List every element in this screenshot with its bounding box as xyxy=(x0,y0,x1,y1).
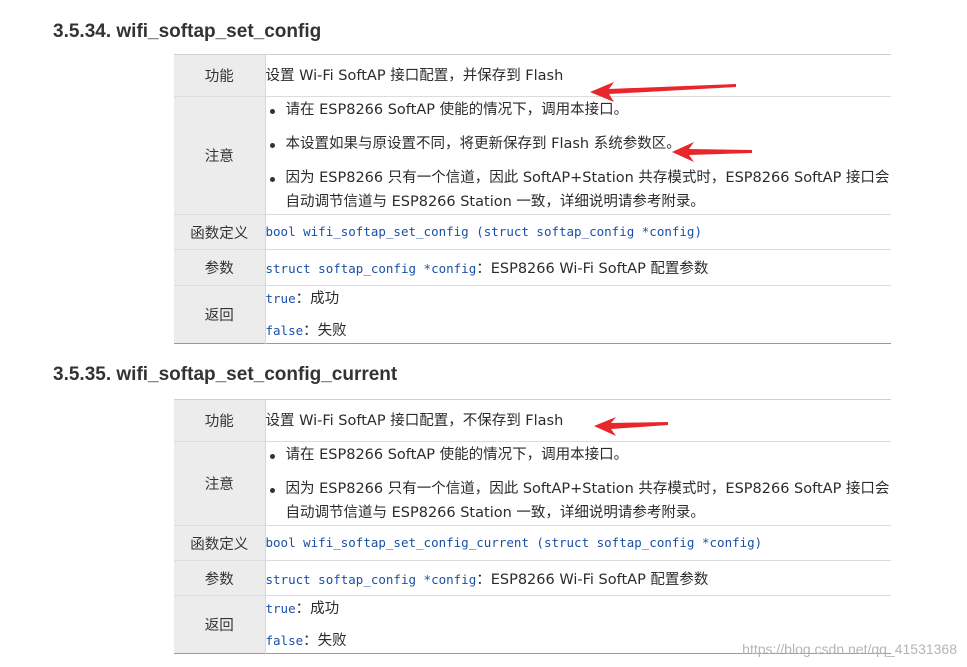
note-item: 因为 ESP8266 只有一个信道，因此 SoftAP+Station 共存模式… xyxy=(266,166,892,214)
note-item: 请在 ESP8266 SoftAP 使能的情况下，调用本接口。 xyxy=(266,443,892,467)
return-item: false：失败 xyxy=(266,321,892,341)
notes-cell: 请在 ESP8266 SoftAP 使能的情况下，调用本接口。 本设置如果与原设… xyxy=(265,96,892,215)
return-value: false xyxy=(265,322,304,338)
return-item: true：成功 xyxy=(266,599,892,619)
label-definition: 函数定义 xyxy=(174,214,266,250)
note-line: 因为 ESP8266 只有一个信道，因此 SoftAP+Station 共存模式… xyxy=(285,169,890,186)
return-item: true：成功 xyxy=(266,289,892,309)
note-line: 自动调节信道与 ESP8266 Station 一致，详细说明请参考附录。 xyxy=(285,193,705,210)
param-code: struct softap_config *config xyxy=(265,261,477,276)
section-title-softap-set-config: 3.5.34. wifi_softap_set_config xyxy=(53,21,322,42)
function-text: 设置 Wi-Fi SoftAP 接口配置，不保存到 Flash xyxy=(265,412,564,429)
label-definition: 函数定义 xyxy=(174,525,266,561)
section-title-softap-set-config-current: 3.5.35. wifi_softap_set_config_current xyxy=(53,364,398,385)
note-item: 请在 ESP8266 SoftAP 使能的情况下，调用本接口。 xyxy=(266,98,892,122)
definition-cell: bool wifi_softap_set_config_current (str… xyxy=(265,525,891,561)
return-value: false xyxy=(265,632,304,648)
function-description: 设置 Wi-Fi SoftAP 接口配置，不保存到 Flash xyxy=(265,400,891,442)
return-value: true xyxy=(265,600,296,616)
function-signature: bool wifi_softap_set_config_current (str… xyxy=(265,535,763,550)
label-notes: 注意 xyxy=(174,441,266,526)
row-notes: 注意 请在 ESP8266 SoftAP 使能的情况下，调用本接口。 本设置如果… xyxy=(174,96,892,215)
red-arrow-annotation xyxy=(590,82,736,102)
row-definition: 函数定义 bool wifi_softap_set_config_current… xyxy=(174,525,891,561)
param-description: ：ESP8266 Wi-Fi SoftAP 配置参数 xyxy=(476,261,709,277)
watermark: https://blog.csdn.net/qq_41531368 xyxy=(742,641,957,657)
api-table-softap-set-config-current: 功能 设置 Wi-Fi SoftAP 接口配置，不保存到 Flash 注意 请在… xyxy=(174,399,891,654)
notes-list: 请在 ESP8266 SoftAP 使能的情况下，调用本接口。 因为 ESP82… xyxy=(266,443,892,525)
label-function: 功能 xyxy=(174,399,266,442)
notes-list: 请在 ESP8266 SoftAP 使能的情况下，调用本接口。 本设置如果与原设… xyxy=(266,98,892,214)
return-description: ：成功 xyxy=(295,290,340,307)
api-table-softap-set-config: 功能 设置 Wi-Fi SoftAP 接口配置，并保存到 Flash 注意 请在… xyxy=(174,54,891,344)
red-arrow-annotation xyxy=(672,142,752,162)
note-line: 因为 ESP8266 只有一个信道，因此 SoftAP+Station 共存模式… xyxy=(285,480,890,497)
return-description: ：成功 xyxy=(295,600,340,617)
return-description: ：失败 xyxy=(303,632,347,649)
row-params: 参数 struct softap_config *config：ESP8266 … xyxy=(174,560,891,596)
label-params: 参数 xyxy=(174,249,266,286)
definition-cell: bool wifi_softap_set_config (struct soft… xyxy=(265,214,891,250)
param-description: ：ESP8266 Wi-Fi SoftAP 配置参数 xyxy=(476,571,709,588)
notes-cell: 请在 ESP8266 SoftAP 使能的情况下，调用本接口。 因为 ESP82… xyxy=(265,441,892,526)
row-definition: 函数定义 bool wifi_softap_set_config (struct… xyxy=(174,214,891,250)
row-function: 功能 设置 Wi-Fi SoftAP 接口配置，并保存到 Flash xyxy=(174,54,891,97)
label-returns: 返回 xyxy=(174,285,266,344)
red-arrow-annotation xyxy=(594,417,668,436)
note-item: 本设置如果与原设置不同，将更新保存到 Flash 系统参数区。 xyxy=(266,132,892,156)
note-item: 因为 ESP8266 只有一个信道，因此 SoftAP+Station 共存模式… xyxy=(266,477,892,525)
function-signature: bool wifi_softap_set_config (struct soft… xyxy=(265,224,703,239)
return-value: true xyxy=(265,290,296,306)
label-params: 参数 xyxy=(174,560,266,596)
note-line: 自动调节信道与 ESP8266 Station 一致，详细说明请参考附录。 xyxy=(285,504,705,521)
returns-cell: true：成功 false：失败 xyxy=(265,285,892,344)
row-function: 功能 设置 Wi-Fi SoftAP 接口配置，不保存到 Flash xyxy=(174,399,891,442)
row-returns: 返回 true：成功 false：失败 xyxy=(174,285,892,344)
param-code: struct softap_config *config xyxy=(265,571,477,587)
params-cell: struct softap_config *config：ESP8266 Wi-… xyxy=(265,249,891,286)
label-returns: 返回 xyxy=(174,595,266,654)
row-params: 参数 struct softap_config *config：ESP8266 … xyxy=(174,249,891,286)
row-notes: 注意 请在 ESP8266 SoftAP 使能的情况下，调用本接口。 因为 ES… xyxy=(174,441,892,526)
label-notes: 注意 xyxy=(174,96,266,215)
params-cell: struct softap_config *config：ESP8266 Wi-… xyxy=(265,560,891,596)
function-text: 设置 Wi-Fi SoftAP 接口配置，并保存到 Flash xyxy=(265,67,564,84)
function-description: 设置 Wi-Fi SoftAP 接口配置，并保存到 Flash xyxy=(265,55,891,97)
label-function: 功能 xyxy=(174,54,266,97)
return-description: ：失败 xyxy=(303,322,347,339)
